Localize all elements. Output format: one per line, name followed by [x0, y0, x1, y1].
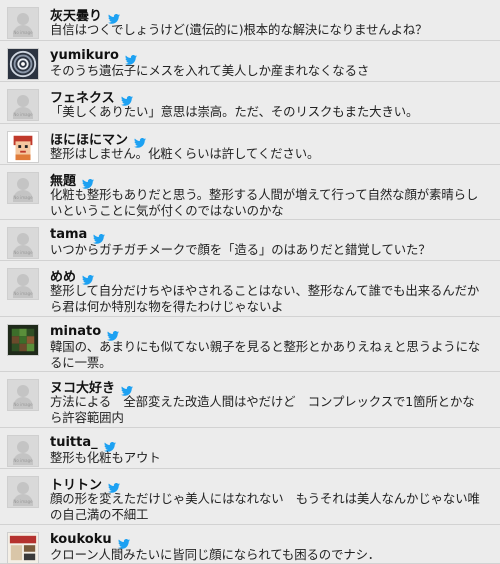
comment-item: No image めめ 整形して自分だけちやほやされることはない、整形なんて誰でも出…	[0, 261, 500, 317]
twitter-bird-icon[interactable]	[134, 133, 147, 148]
twitter-bird-icon[interactable]	[93, 229, 106, 244]
comment-item: No image フェネクス 「美しくありたい」意思は崇高。ただ、そのリスクもまた大…	[0, 82, 500, 124]
comment-text: 方法による 全部変えた改造人間はやだけど コンプレックスで1箇所とかなら許容範囲…	[50, 394, 475, 425]
comment-item: No image tuitta_ 整形も化粧もアウト	[0, 428, 500, 469]
name-row: minato	[50, 322, 120, 341]
comment-text: いつからガチガチメークで顔を「造る」のはありだと錯覚していた？	[50, 242, 431, 257]
name-row: フェネクス	[50, 87, 133, 106]
user-name[interactable]: ヌコ大好き	[50, 377, 115, 396]
twitter-bird-icon[interactable]	[124, 50, 137, 65]
twitter-bird-icon[interactable]	[108, 9, 121, 24]
user-name[interactable]: tuitta_	[50, 435, 98, 450]
comment-text: そのうち遺伝子にメスを入れて美人しか産まれなくなるさ	[50, 63, 370, 78]
twitter-bird-icon[interactable]	[121, 381, 134, 396]
user-name[interactable]: ほにほにマン	[50, 129, 128, 148]
comment-item: yumikuro そのうち遺伝子にメスを入れて美人しか産まれなくなるさ	[0, 41, 500, 82]
twitter-bird-icon[interactable]	[117, 534, 130, 549]
user-avatar[interactable]: No image	[7, 268, 39, 300]
comment-text: 韓国の、あまりにも似てない親子を見ると整形とかありえねぇと思うようになるに一票。	[50, 339, 481, 370]
name-row: めめ	[50, 266, 95, 285]
name-row: ヌコ大好き	[50, 377, 134, 396]
comment-item: No image ヌコ大好き 方法による 全部変えた改造人間はやだけど コンプレック…	[0, 372, 500, 428]
comment-text: 整形も化粧もアウト	[50, 450, 161, 465]
user-avatar[interactable]	[7, 131, 39, 163]
name-row: yumikuro	[50, 46, 137, 65]
comment-item: No image 灰天曇り 自信はつくでしょうけど(遺伝的に)根本的な解決になりませ…	[0, 0, 500, 41]
name-row: koukoku	[50, 530, 130, 549]
user-avatar[interactable]: No image	[7, 379, 39, 411]
comment-text: 自信はつくでしょうけど(遺伝的に)根本的な解決になりませんよね？	[50, 22, 428, 37]
comment-item: No image トリトン 顔の形を変えただけじゃ美人にはなれない もうそれは美人な…	[0, 469, 500, 525]
comment-text: 「美しくありたい」意思は崇高。ただ、そのリスクもまた大きい。	[50, 104, 419, 119]
user-avatar[interactable]	[7, 532, 39, 564]
user-avatar[interactable]	[7, 324, 39, 356]
comment-item: minato 韓国の、あまりにも似てない親子を見ると整形とかありえねぇと思うように…	[0, 317, 500, 372]
comment-text: 整形はしません。化粧くらいは許してください。	[50, 146, 320, 161]
name-row: トリトン	[50, 474, 121, 493]
comment-item: No image tama いつからガチガチメークで顔を「造る」のはありだと錯覚して…	[0, 220, 500, 261]
no-image-label: No image	[13, 195, 33, 200]
comment-item: No image 無題 化粧も整形もありだと思う。整形する人間が増えて行って自然な顔…	[0, 165, 500, 220]
user-avatar[interactable]: No image	[7, 476, 39, 508]
name-row: 灰天曇り	[50, 5, 121, 24]
twitter-bird-icon[interactable]	[120, 91, 133, 106]
no-image-label: No image	[13, 112, 33, 117]
name-row: ほにほにマン	[50, 129, 147, 148]
user-avatar[interactable]: No image	[7, 172, 39, 204]
user-name[interactable]: minato	[50, 324, 101, 339]
comment-text: クローン人間みたいに皆同じ顔になられても困るのでナシ．	[50, 547, 380, 562]
comment-item: koukoku クローン人間みたいに皆同じ顔になられても困るのでナシ．	[0, 525, 500, 564]
comment-text: 整形して自分だけちやほやされることはない、整形なんて誰でも出来るんだから君は何か…	[50, 283, 480, 314]
twitter-bird-icon[interactable]	[103, 437, 116, 452]
no-image-label: No image	[13, 499, 33, 504]
name-row: tama	[50, 225, 106, 244]
user-name[interactable]: yumikuro	[50, 48, 119, 63]
no-image-label: No image	[13, 30, 33, 35]
user-name[interactable]: 灰天曇り	[50, 5, 102, 24]
no-image-label: No image	[13, 402, 33, 407]
user-name[interactable]: 無題	[50, 170, 76, 189]
user-avatar[interactable]: No image	[7, 7, 39, 39]
user-name[interactable]: tama	[50, 227, 87, 242]
no-image-label: No image	[13, 458, 33, 463]
user-avatar[interactable]: No image	[7, 435, 39, 467]
user-avatar[interactable]: No image	[7, 227, 39, 259]
twitter-bird-icon[interactable]	[108, 478, 121, 493]
twitter-bird-icon[interactable]	[82, 270, 95, 285]
twitter-bird-icon[interactable]	[82, 174, 95, 189]
no-image-label: No image	[13, 291, 33, 296]
name-row: tuitta_	[50, 433, 116, 452]
user-name[interactable]: koukoku	[50, 532, 112, 547]
user-name[interactable]: トリトン	[50, 474, 102, 493]
comment-item: ほにほにマン 整形はしません。化粧くらいは許してください。	[0, 124, 500, 165]
comment-text: 顔の形を変えただけじゃ美人にはなれない もうそれは美人なんかじゃない唯の自己満の…	[50, 491, 480, 522]
comment-text: 化粧も整形もありだと思う。整形する人間が増えて行って自然な顔が素晴らしいというこ…	[50, 187, 479, 218]
no-image-label: No image	[13, 250, 33, 255]
name-row: 無題	[50, 170, 95, 189]
user-avatar[interactable]: No image	[7, 89, 39, 121]
user-name[interactable]: フェネクス	[50, 87, 115, 106]
comment-feed: No image 灰天曇り 自信はつくでしょうけど(遺伝的に)根本的な解決になりませ…	[0, 0, 500, 564]
user-avatar[interactable]	[7, 48, 39, 80]
twitter-bird-icon[interactable]	[107, 326, 120, 341]
user-name[interactable]: めめ	[50, 266, 76, 285]
